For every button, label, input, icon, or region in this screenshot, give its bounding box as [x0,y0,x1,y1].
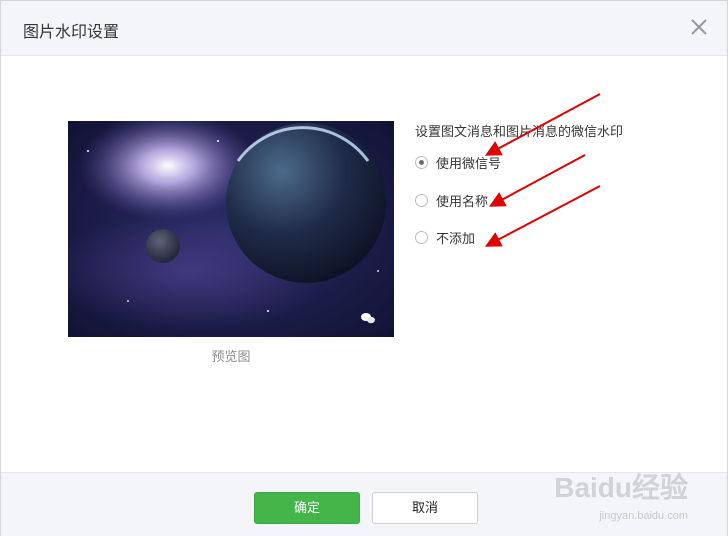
option-label: 不添加 [436,232,476,247]
option-label: 使用微信号 [436,157,502,172]
baidu-watermark-url: jingyan.baidu.com [599,510,688,522]
preview-label: 预览图 [211,350,251,365]
option-name[interactable]: 使用名称 [415,191,488,210]
radio-wechat-id[interactable] [415,156,428,169]
watermark-settings-dialog: 图片水印设置 预览图 设置图文消息和图片消息的微信水印 使用微信号 使用名称 不… [0,0,728,536]
dialog-title: 图片水印设置 [23,22,120,41]
dialog-header: 图片水印设置 [1,1,727,56]
radio-none[interactable] [415,231,428,244]
options-heading: 设置图文消息和图片消息的微信水印 [415,125,624,140]
radio-name[interactable] [415,194,428,207]
watermark-options: 设置图文消息和图片消息的微信水印 使用微信号 使用名称 不添加 [415,121,715,247]
confirm-button[interactable]: 确定 [254,492,360,524]
preview-image [68,121,394,337]
option-none[interactable]: 不添加 [415,228,475,247]
close-icon[interactable] [689,17,709,37]
cancel-button[interactable]: 取消 [372,492,478,524]
option-wechat-id[interactable]: 使用微信号 [415,153,501,172]
option-label: 使用名称 [436,195,489,210]
baidu-watermark: Baidu经验 [554,472,688,503]
